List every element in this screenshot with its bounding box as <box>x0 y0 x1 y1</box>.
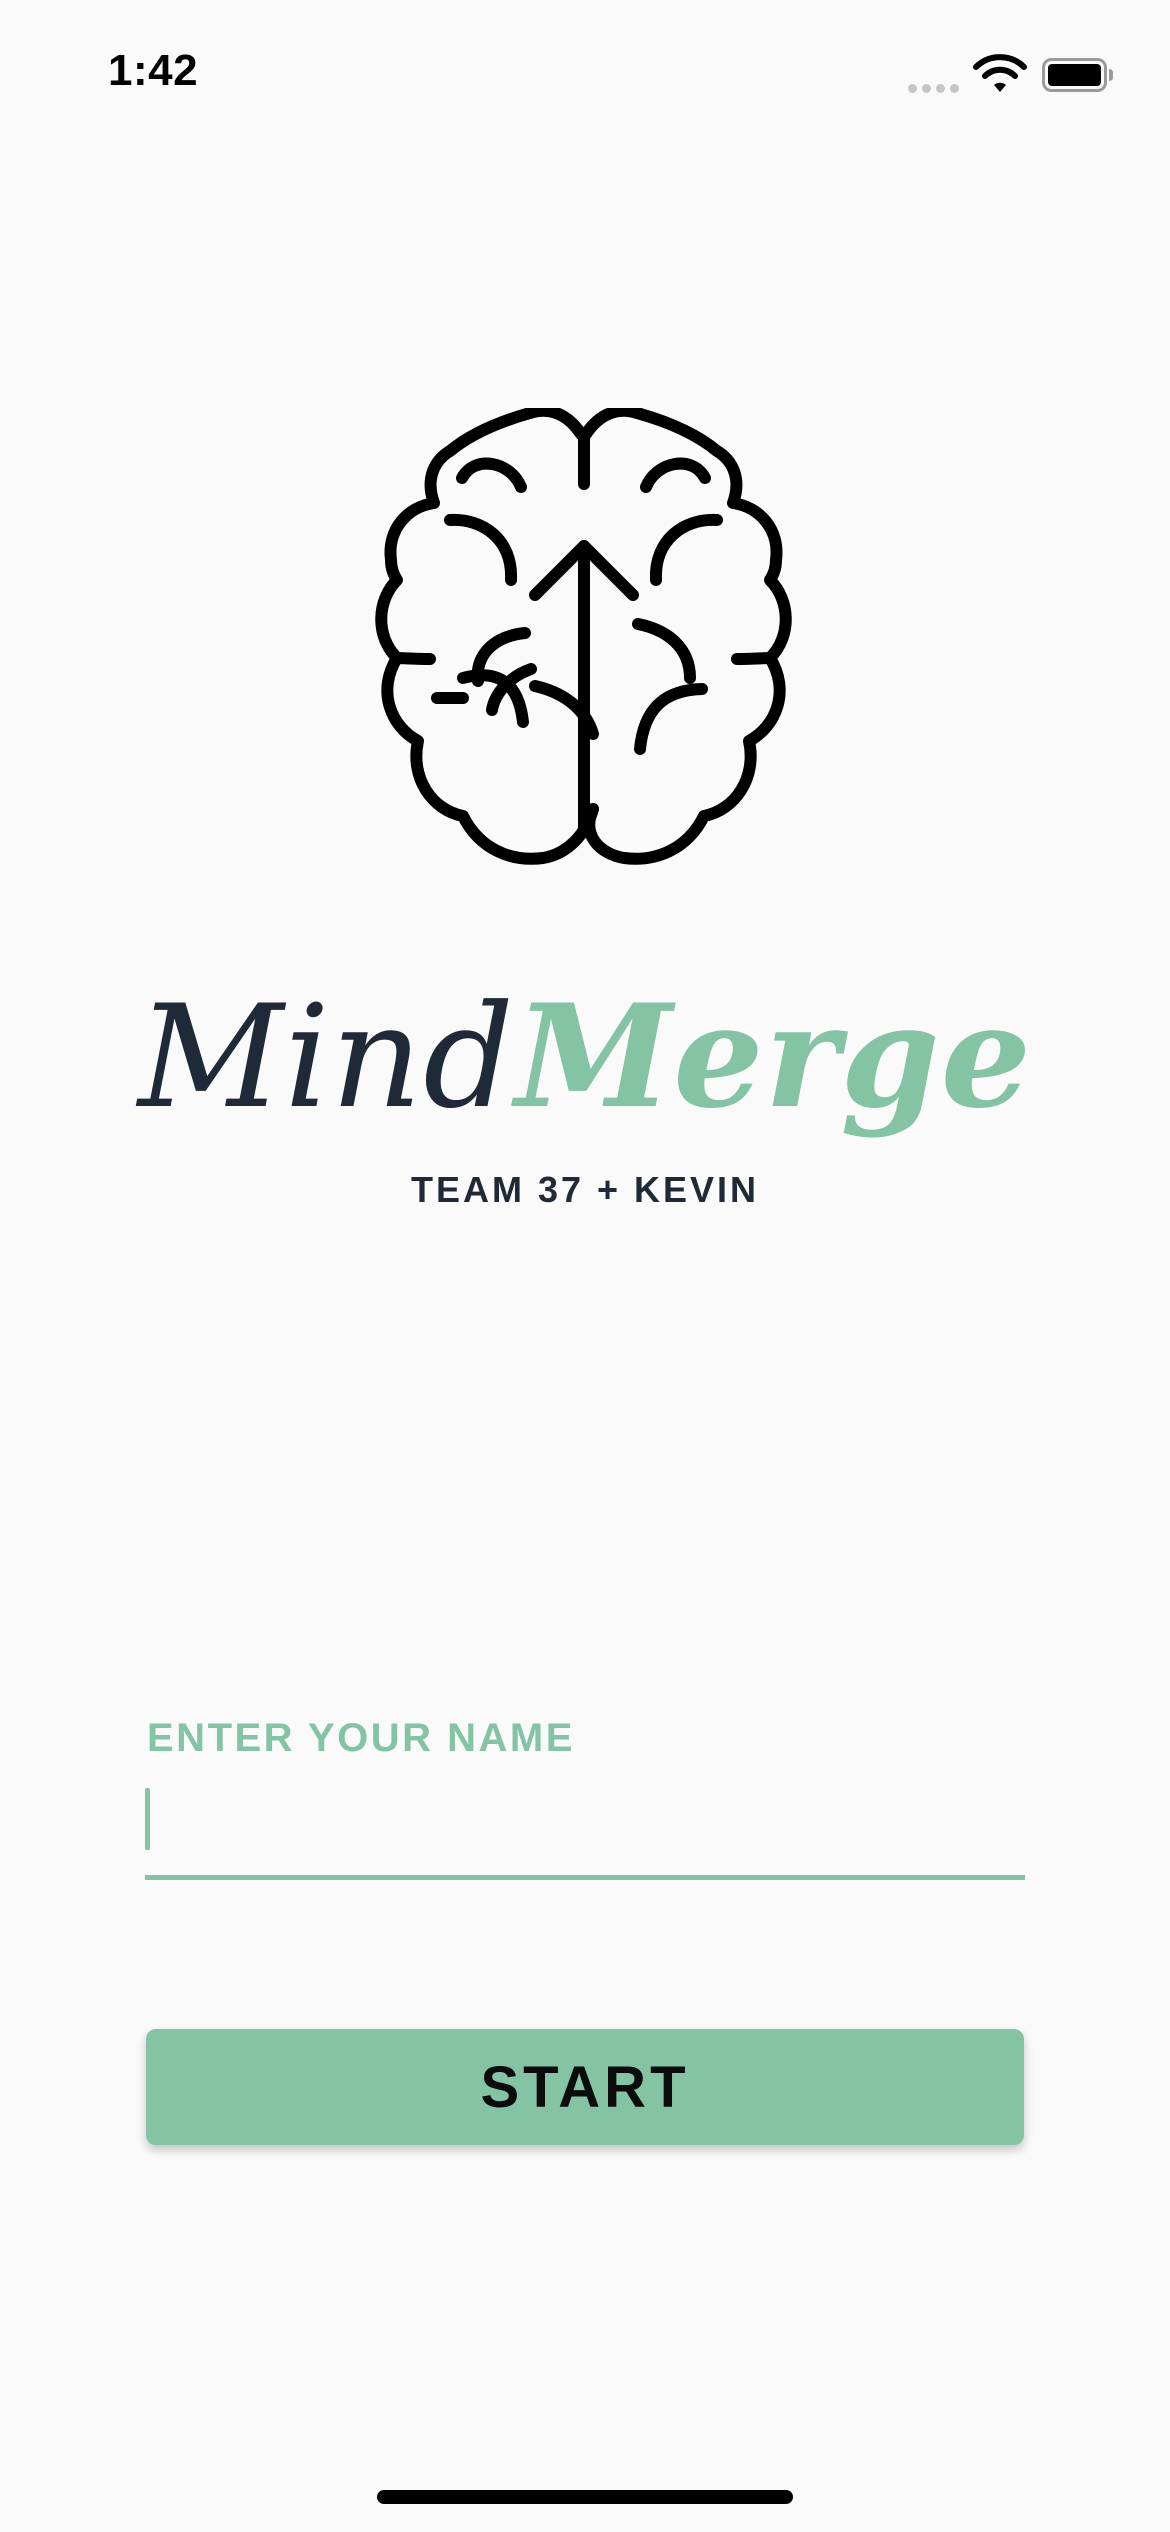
battery-icon <box>1042 58 1113 92</box>
app-title-mind: Mind <box>137 975 516 1140</box>
home-indicator[interactable] <box>377 2490 793 2504</box>
app-title-merge: Merge <box>515 974 1033 1140</box>
name-field-label: ENTER YOUR NAME <box>147 1716 575 1760</box>
team-subtitle: TEAM 37 + KEVIN <box>410 1169 760 1210</box>
status-time: 1:42 <box>108 46 199 95</box>
app-title: MindMerge <box>0 982 1170 1133</box>
wifi-icon <box>973 54 1027 92</box>
name-input[interactable] <box>145 1780 1025 1880</box>
start-button[interactable]: START <box>146 2029 1024 2145</box>
brain-arrow-icon <box>375 408 792 865</box>
cellular-signal-icon <box>908 84 960 94</box>
text-cursor <box>145 1788 150 1850</box>
status-bar: 1:42 <box>0 0 1170 150</box>
